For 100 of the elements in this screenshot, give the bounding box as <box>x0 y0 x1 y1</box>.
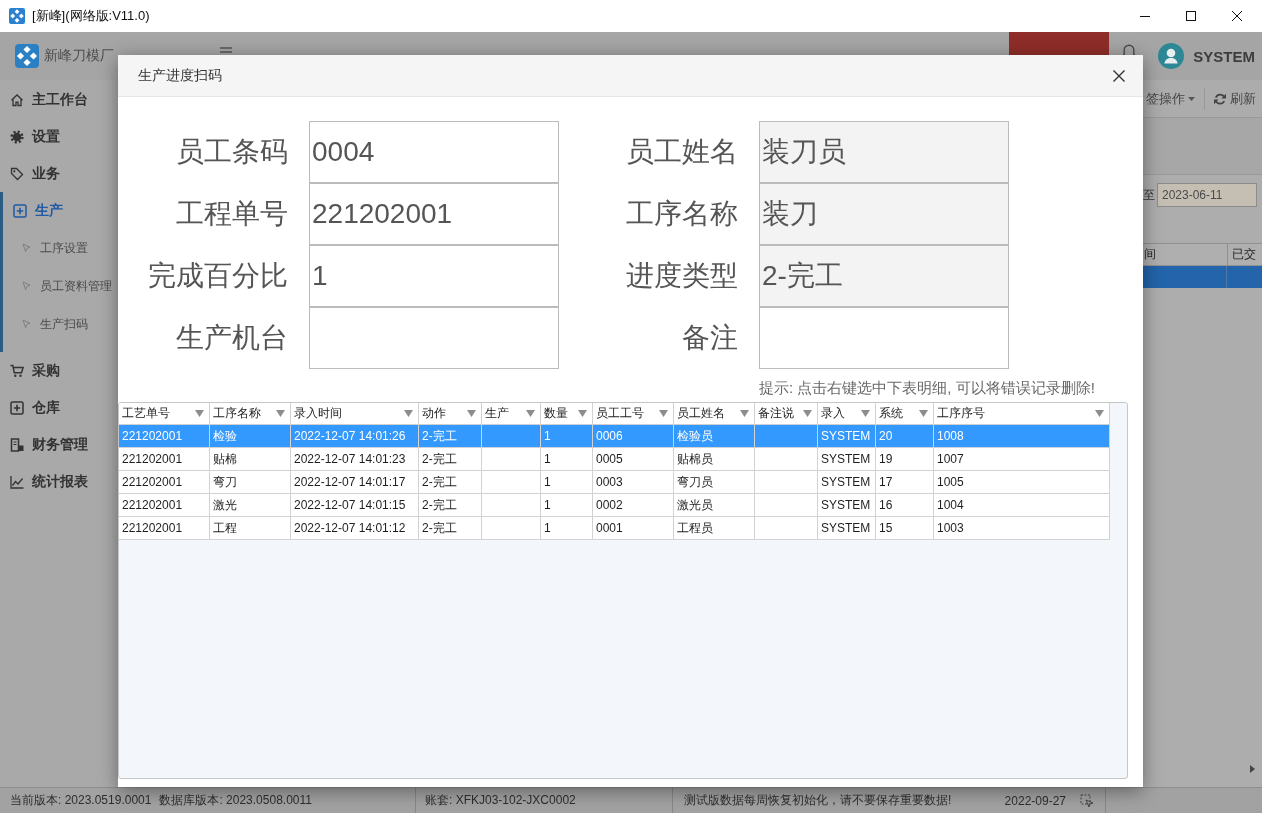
status-text: 2022-09-27 <box>1004 793 1066 808</box>
table-cell: 1004 <box>934 494 1110 516</box>
dropdown-triangle-icon[interactable] <box>526 410 535 417</box>
column-header[interactable]: 动作 <box>419 403 482 424</box>
table-row[interactable]: 221202001 激光 2022-12-07 14:01:15 2-完工 1 0002 激光员 SYSTEM 16 1004 <box>119 494 1110 517</box>
user-name: SYSTEM <box>1193 47 1255 65</box>
column-header[interactable]: 工序名称 <box>210 403 291 424</box>
sidebar-item[interactable]: 财务管理 <box>0 426 92 463</box>
table-cell: 1005 <box>934 471 1110 493</box>
dropdown-triangle-icon[interactable] <box>467 410 476 417</box>
plus-square-icon <box>13 203 27 218</box>
column-header[interactable]: 员工工号 <box>593 403 674 424</box>
ledger-icon <box>10 437 24 452</box>
table-cell: 221202001 <box>119 448 210 470</box>
column-header[interactable]: 工艺单号 <box>119 403 210 424</box>
caret-icon <box>1188 96 1195 101</box>
pointer-box-icon[interactable] <box>1080 793 1094 808</box>
input-field[interactable]: 2-完工 <box>759 245 1009 307</box>
input-field[interactable]: 1 <box>309 245 559 307</box>
table-cell: 检验员 <box>674 425 755 447</box>
table-cell: 15 <box>876 517 934 539</box>
status-text: 当前版本: 2023.0519.0001 <box>10 792 152 809</box>
table-cell: 221202001 <box>119 517 210 539</box>
date-field[interactable]: 2023-06-11 <box>1157 183 1257 207</box>
pointer-icon <box>22 281 31 291</box>
table-cell: SYSTEM <box>818 517 876 539</box>
field-label: 完成百分比 <box>148 259 288 293</box>
table-cell: 2022-12-07 14:01:17 <box>291 471 419 493</box>
status-text: 账套: XFKJ03-102-JXC0002 <box>425 792 576 809</box>
table-cell: 1 <box>541 517 593 539</box>
table-cell: 0003 <box>593 471 674 493</box>
hint-text: 提示: 点击右键选中下表明细, 可以将错误记录删除! <box>759 378 1095 398</box>
input-field[interactable] <box>309 307 559 369</box>
close-button[interactable] <box>1113 69 1125 82</box>
table-cell: 2-完工 <box>419 517 482 539</box>
sidebar-item[interactable]: 采购 <box>0 352 64 389</box>
column-header[interactable]: 录入 <box>818 403 876 424</box>
table-cell: 0001 <box>593 517 674 539</box>
table-cell: 检验 <box>210 425 291 447</box>
sidebar-subitem[interactable]: 员工资料管理 <box>3 267 114 305</box>
column-header[interactable]: 员工姓名 <box>674 403 755 424</box>
home-icon <box>10 92 24 107</box>
table-row[interactable]: 221202001 贴棉 2022-12-07 14:01:23 2-完工 1 0005 贴棉员 SYSTEM 19 1007 <box>119 448 1110 471</box>
column-header[interactable]: 录入时间 <box>291 403 419 424</box>
dropdown-triangle-icon[interactable] <box>276 410 285 417</box>
column-header[interactable]: 备注说 <box>755 403 818 424</box>
scroll-right-arrow-icon[interactable] <box>1250 764 1255 773</box>
sidebar-subitem[interactable]: 工序设置 <box>3 229 90 267</box>
table-cell: 221202001 <box>119 494 210 516</box>
window-title: [新峰](网络版:V11.0) <box>32 7 150 25</box>
column-header[interactable]: 工序序号 <box>934 403 1110 424</box>
input-field[interactable]: 装刀员 <box>759 121 1009 183</box>
dropdown-triangle-icon[interactable] <box>1095 410 1104 417</box>
input-field[interactable]: 装刀 <box>759 183 1009 245</box>
refresh-button[interactable]: 刷新 <box>1214 87 1256 110</box>
field-label: 工序名称 <box>626 197 738 231</box>
dropdown-triangle-icon[interactable] <box>803 410 812 417</box>
table-cell: 2022-12-07 14:01:15 <box>291 494 419 516</box>
sidebar-item[interactable]: 业务 <box>0 155 64 192</box>
sidebar-item[interactable]: 统计报表 <box>0 463 92 500</box>
input-field[interactable]: 0004 <box>309 121 559 183</box>
app-logo-icon <box>15 44 39 68</box>
dropdown-triangle-icon[interactable] <box>861 410 870 417</box>
input-field[interactable] <box>759 307 1009 369</box>
dropdown-triangle-icon[interactable] <box>919 410 928 417</box>
dropdown-triangle-icon[interactable] <box>195 410 204 417</box>
table-cell: 工程员 <box>674 517 755 539</box>
dropdown-triangle-icon[interactable] <box>578 410 587 417</box>
sidebar-subitem[interactable]: 生产扫码 <box>3 305 90 343</box>
table-cell: 1 <box>541 425 593 447</box>
column-header[interactable]: 数量 <box>541 403 593 424</box>
table-cell: 20 <box>876 425 934 447</box>
table-cell: 2022-12-07 14:01:12 <box>291 517 419 539</box>
dialog-title: 生产进度扫码 <box>138 66 222 85</box>
column-header[interactable]: 生产 <box>482 403 541 424</box>
status-text: 测试版数据每周恢复初始化，请不要保存重要数据! <box>684 792 952 809</box>
status-text: 数据库版本: 2023.0508.0011 <box>159 792 312 809</box>
sidebar-item[interactable]: 主工作台 <box>0 81 92 118</box>
column-header[interactable]: 系统 <box>876 403 934 424</box>
dropdown-triangle-icon[interactable] <box>404 410 413 417</box>
table-cell: 16 <box>876 494 934 516</box>
table-cell: 1 <box>541 494 593 516</box>
plus-square-icon <box>10 400 24 415</box>
column-header[interactable]: 间 <box>1143 244 1227 265</box>
table-cell: 221202001 <box>119 425 210 447</box>
table-cell: 2-完工 <box>419 494 482 516</box>
table-row[interactable]: 221202001 弯刀 2022-12-07 14:01:17 2-完工 1 0003 弯刀员 SYSTEM 17 1005 <box>119 471 1110 494</box>
dropdown-triangle-icon[interactable] <box>740 410 749 417</box>
field-label: 生产机台 <box>176 321 288 355</box>
dropdown-triangle-icon[interactable] <box>659 410 668 417</box>
table-cell: 0002 <box>593 494 674 516</box>
input-field[interactable]: 221202001 <box>309 183 559 245</box>
sidebar-item[interactable]: 设置 <box>0 118 64 155</box>
table-cell: 2-完工 <box>419 425 482 447</box>
table-row[interactable]: 221202001 工程 2022-12-07 14:01:12 2-完工 1 0001 工程员 SYSTEM 15 1003 <box>119 517 1110 540</box>
dropdown-button[interactable]: 签操作 <box>1146 87 1195 110</box>
column-header[interactable]: 已交 <box>1227 244 1262 265</box>
table-cell: 激光员 <box>674 494 755 516</box>
table-cell: 221202001 <box>119 471 210 493</box>
sidebar-item[interactable]: 仓库 <box>0 389 64 426</box>
